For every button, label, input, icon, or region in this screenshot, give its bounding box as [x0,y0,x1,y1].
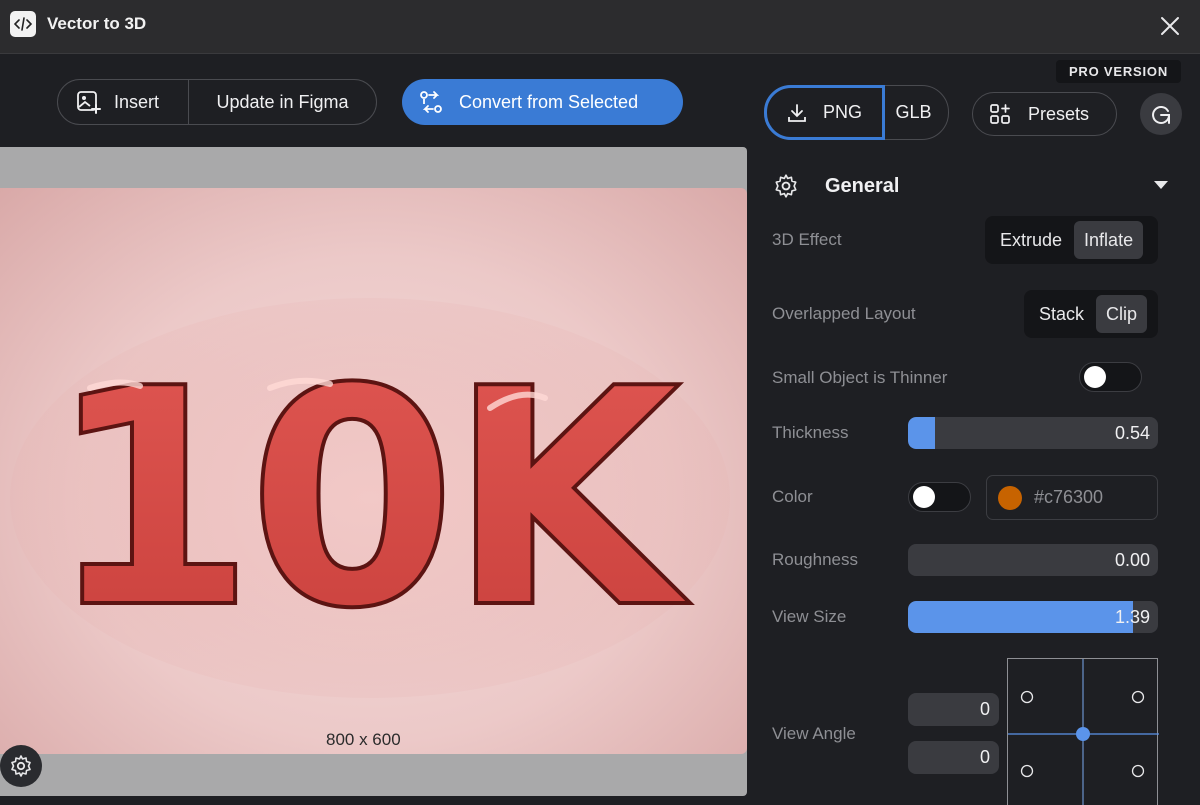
thickness-slider[interactable]: 0.54 [908,417,1158,449]
app-title: Vector to 3D [47,14,147,33]
close-button[interactable] [1156,12,1184,40]
color-swatch[interactable] [998,485,1022,510]
download-icon [788,103,806,122]
presets-icon [990,104,1010,124]
convert-from-selected-button[interactable]: Convert from Selected [402,79,683,125]
view-angle-label: View Angle [772,724,856,743]
effect-label: 3D Effect [772,230,842,249]
presets-label: Presets [1028,103,1090,124]
view-size-value: 1.39 [1114,607,1150,627]
small-thinner-toggle[interactable] [1079,362,1142,392]
thickness-label: Thickness [772,423,849,442]
reset-button[interactable] [1140,93,1182,135]
view-angle-pad[interactable] [1007,658,1159,805]
layout-option-stack[interactable]: Stack [1029,295,1094,333]
color-toggle[interactable] [908,482,971,512]
layout-option-clip[interactable]: Clip [1096,295,1148,333]
insert-button[interactable]: Insert [58,80,189,124]
preview-graphic: 10K [10,298,730,698]
roughness-slider[interactable]: 0.00 [908,544,1158,576]
gear-icon [11,755,31,777]
toolbar: Insert Update in Figma Convert from Sele… [0,55,1200,147]
glb-label: GLB [895,102,932,122]
effect-option-extrude[interactable]: Extrude [990,221,1072,259]
update-label: Update in Figma [216,91,349,112]
settings-panel: General 3D Effect Extrude Inflate Overla… [747,147,1200,805]
roughness-value: 0.00 [1114,550,1150,570]
presets-button[interactable]: Presets [972,92,1117,136]
angle-pad-graphic [1008,659,1159,805]
color-hex-field[interactable]: #c76300 [986,475,1158,520]
png-label: PNG [823,102,863,122]
preview-text: 10K [47,325,692,674]
canvas-size-label: 800 x 600 [326,730,401,749]
code-icon [10,11,36,37]
chevron-down-icon[interactable] [1153,179,1169,191]
effect-option-inflate[interactable]: Inflate [1074,221,1144,259]
close-icon [1161,17,1179,35]
small-thinner-label: Small Object is Thinner [772,368,948,387]
insert-label: Insert [114,91,160,112]
pro-version-badge: PRO VERSION [1056,60,1181,83]
roughness-label: Roughness [772,550,859,569]
update-in-figma-button[interactable]: Update in Figma [189,80,376,124]
title-bar: Vector to 3D [0,0,1200,54]
effect-segmented: Extrude Inflate [985,216,1158,264]
layout-label: Overlapped Layout [772,304,916,323]
convert-icon [420,91,442,113]
view-angle-y-input[interactable]: 0 [908,741,999,774]
image-add-icon [77,91,101,114]
toggle-knob [913,486,935,508]
preview-canvas[interactable]: 10K 800 x 600 [0,147,747,796]
export-png-button[interactable]: PNG [764,85,885,140]
view-size-slider[interactable]: 1.39 [908,601,1158,633]
layout-segmented: Stack Clip [1024,290,1158,338]
color-hex-value: #c76300 [1034,487,1104,507]
general-section-header[interactable]: General [773,171,1183,201]
thickness-value: 0.54 [1114,423,1150,443]
refresh-icon [1152,106,1170,124]
insert-update-group: Insert Update in Figma [57,79,377,125]
slider-fill [908,417,935,449]
rendered-preview: 10K [0,188,747,754]
section-title: General [825,174,900,197]
toggle-knob [1084,366,1106,388]
convert-label: Convert from Selected [459,91,639,112]
color-label: Color [772,487,813,506]
slider-fill [908,601,1133,633]
export-group: PNG GLB [764,85,949,140]
export-glb-button[interactable]: GLB [885,86,948,139]
view-size-label: View Size [772,607,847,626]
gear-icon [775,174,797,198]
view-angle-x-input[interactable]: 0 [908,693,999,726]
canvas-settings-button[interactable] [0,745,42,787]
